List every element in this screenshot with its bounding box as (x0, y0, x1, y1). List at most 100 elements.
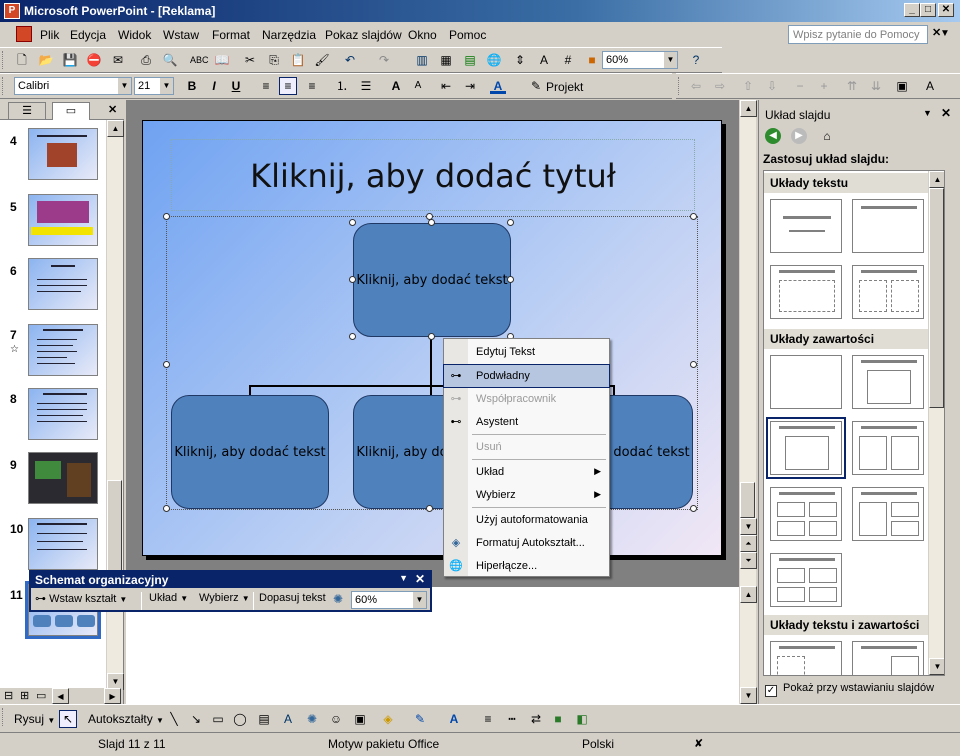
help-icon[interactable]: ? (688, 52, 704, 68)
layout-button[interactable]: Układ ▼ (149, 592, 188, 610)
task-pane-close-icon[interactable]: ✕ (941, 106, 951, 120)
promote-icon[interactable]: ⇦ (688, 78, 704, 94)
summary-slide-icon[interactable]: ▣ (894, 78, 910, 94)
diagram-icon[interactable]: ✺ (304, 711, 320, 727)
layout-title-only[interactable] (852, 199, 924, 253)
align-right-icon[interactable]: ≡ (304, 78, 320, 94)
layout-title-two-content[interactable] (852, 421, 924, 475)
line-style-icon[interactable]: ≡ (480, 711, 496, 727)
help-search-input[interactable]: Wpisz pytanie do Pomocy (788, 25, 928, 44)
menu-item-delete[interactable]: Usuń (444, 436, 609, 458)
toolbar-grip[interactable] (678, 77, 681, 95)
frame-handle[interactable] (426, 505, 433, 512)
slide-thumbnail[interactable] (28, 258, 98, 310)
expand-icon[interactable]: + (816, 78, 832, 94)
title-placeholder[interactable]: Kliknij, aby dodać tytuł (171, 139, 695, 211)
frame-handle[interactable] (426, 213, 433, 220)
numbering-icon[interactable]: ⒈ (334, 78, 350, 94)
design-icon[interactable]: ✎ (528, 78, 544, 94)
bold-icon[interactable]: B (184, 78, 200, 94)
org-box-left[interactable]: Kliknij, aby dodać tekst (171, 395, 329, 509)
font-size-combo[interactable]: 21 ▼ (134, 77, 174, 95)
chevron-down-icon[interactable]: ▼ (663, 52, 677, 68)
org-chart-frame[interactable]: Kliknij, aby dodać tekst Kliknij, aby do… (163, 213, 698, 512)
select-objects-icon[interactable]: ↖ (59, 710, 77, 728)
3d-icon[interactable]: ◧ (574, 711, 590, 727)
increase-font-icon[interactable]: A (388, 78, 404, 94)
autoshapes-button[interactable]: Autokształty ▼ (88, 712, 164, 726)
slide-thumbnail[interactable] (28, 388, 98, 440)
resize-handle[interactable] (428, 333, 435, 340)
insert-table-icon[interactable]: ▦ (438, 52, 454, 68)
menu-okno[interactable]: Okno (408, 28, 437, 42)
menu-item-format-autoshape[interactable]: ◈ Formatuj Autokształt... (444, 532, 609, 554)
forward-icon[interactable]: ▶ (791, 128, 807, 144)
menu-format[interactable]: Format (212, 28, 250, 42)
layout-blank[interactable] (770, 355, 842, 409)
align-left-icon[interactable]: ≡ (258, 78, 274, 94)
save-icon[interactable]: 💾 (62, 52, 78, 68)
pane-close-icon[interactable]: ✕ (108, 103, 117, 116)
task-pane-menu-icon[interactable]: ▼ (923, 108, 932, 118)
frame-handle[interactable] (690, 505, 697, 512)
menu-item-coworker[interactable]: ⊶ Współpracownik (444, 388, 609, 410)
toolbar-close-icon[interactable]: ✕ (415, 572, 425, 586)
frame-handle[interactable] (690, 213, 697, 220)
rectangle-icon[interactable]: ▭ (210, 711, 226, 727)
show-formatting-icon[interactable]: A (536, 52, 552, 68)
layout-content-grid[interactable] (770, 487, 842, 541)
layout-title-content-selected[interactable] (766, 417, 846, 479)
main-scrollbar[interactable]: ▲ ▼ ⏶ ⏷ ▲ ▼ (739, 100, 757, 704)
close-button[interactable]: ✕ (938, 3, 954, 17)
toolbar-options-icon[interactable]: ▼ (399, 573, 408, 583)
move-up-icon[interactable]: ⇧ (740, 78, 756, 94)
doc-close-icon[interactable]: ✕ (932, 26, 941, 39)
menu-item-assistant[interactable]: ⊷ Asystent (444, 411, 609, 433)
menu-item-subordinate[interactable]: ⊶ Podwładny (443, 364, 610, 388)
shadow-icon[interactable]: ■ (550, 711, 566, 727)
show-formatting-outline-icon[interactable]: A (922, 78, 938, 94)
decrease-font-icon[interactable]: A (410, 78, 426, 94)
menu-pokaz-slajdow[interactable]: Pokaz slajdów (325, 28, 402, 42)
slide-thumbnail[interactable] (28, 452, 98, 504)
paste-icon[interactable]: 📋 (290, 52, 306, 68)
move-down-icon[interactable]: ⇩ (764, 78, 780, 94)
line-icon[interactable]: ╲ (166, 711, 182, 727)
print-icon[interactable]: ⎙ (138, 52, 154, 68)
new-icon[interactable]: 🗋 (14, 52, 30, 68)
fit-text-button[interactable]: Dopasuj tekst (259, 592, 326, 610)
home-icon[interactable]: ⌂ (819, 128, 835, 144)
menu-widok[interactable]: Widok (118, 28, 151, 42)
menu-item-autoformat[interactable]: Użyj autoformatowania (444, 509, 609, 531)
collapse-all-icon[interactable]: ⇈ (844, 78, 860, 94)
layout-text-content-alt[interactable] (852, 641, 924, 675)
tables-borders-icon[interactable]: ▤ (462, 52, 478, 68)
org-box-top[interactable]: Kliknij, aby dodać tekst (353, 223, 511, 337)
email-icon[interactable]: ✉ (110, 52, 126, 68)
line-color-icon[interactable]: ✎ (412, 711, 428, 727)
chevron-down-icon[interactable]: ▼ (412, 592, 426, 608)
design-button[interactable]: Projekt (546, 80, 583, 94)
insert-shape-button[interactable]: ⊶ Wstaw kształt ▼ (35, 592, 127, 610)
menu-item-select[interactable]: Wybierz ▶ (444, 484, 609, 506)
scroll-down-icon[interactable]: ▼ (740, 518, 757, 535)
layouts-scrollbar[interactable]: ▲ ▼ (928, 171, 944, 675)
picture-icon[interactable]: ▣ (352, 711, 368, 727)
resize-handle[interactable] (349, 276, 356, 283)
scroll-down-icon[interactable]: ▼ (929, 658, 944, 675)
expand-all-outline-icon[interactable]: ⇊ (868, 78, 884, 94)
animation-star-icon[interactable]: ☆ (10, 344, 19, 355)
frame-handle[interactable] (163, 213, 170, 220)
layout-content-over-two[interactable] (852, 487, 924, 541)
powerpoint-app-icon[interactable]: P (4, 3, 20, 19)
layout-title-text[interactable] (770, 265, 842, 319)
resize-handle[interactable] (349, 219, 356, 226)
menu-edycja[interactable]: Edycja (70, 28, 106, 42)
checkbox-checked-icon[interactable]: ✓ (765, 685, 777, 697)
next-slide-icon[interactable]: ⏷ (740, 552, 757, 569)
org-toolbar-title[interactable]: Schemat organizacyjny ▼ ✕ (31, 572, 430, 588)
minimize-button[interactable]: _ (904, 3, 920, 17)
arrow-style-icon[interactable]: ⇄ (528, 711, 544, 727)
italic-icon[interactable]: I (206, 78, 222, 94)
slide-thumbnail[interactable] (28, 518, 98, 570)
